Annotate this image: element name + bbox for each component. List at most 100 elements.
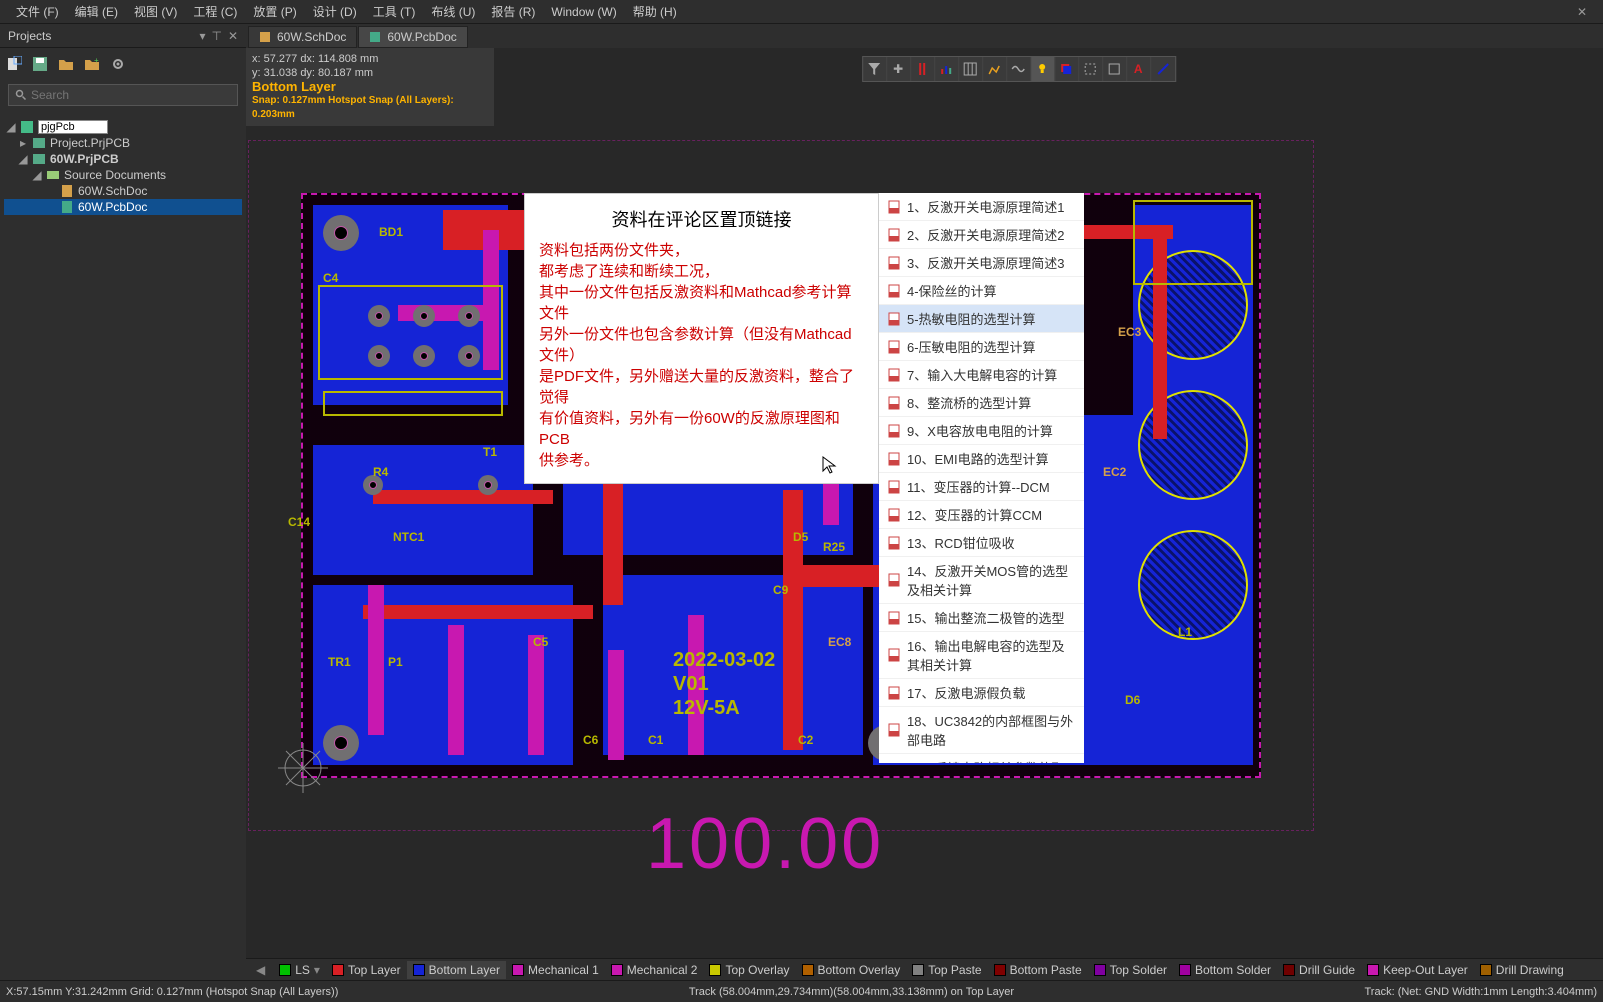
menu-design[interactable]: 设计 (D) (305, 3, 365, 20)
menu-route[interactable]: 布线 (U) (423, 3, 483, 20)
file-item[interactable]: 9、X电容放电电阻的计算 (879, 417, 1084, 445)
route-icon[interactable] (983, 57, 1007, 81)
save-icon[interactable] (32, 56, 48, 72)
close-doc-icon[interactable]: ✕ (1569, 5, 1595, 19)
crosshair-icon[interactable]: ✚ (887, 57, 911, 81)
tab-label: 60W.PcbDoc (387, 30, 456, 44)
menu-place[interactable]: 放置 (P) (245, 3, 304, 20)
file-item[interactable]: 18、UC3842的内部框图与外部电路 (879, 707, 1084, 754)
file-item[interactable]: 7、输入大电解电容的计算 (879, 361, 1084, 389)
menu-edit[interactable]: 编辑 (E) (67, 3, 126, 20)
file-item[interactable]: 6-压敏电阻的选型计算 (879, 333, 1084, 361)
silk-c14: C14 (288, 515, 310, 529)
folder-icon[interactable] (58, 56, 74, 72)
search-icon (15, 89, 27, 101)
file-item[interactable]: 5-热敏电阻的选型计算 (879, 305, 1084, 333)
file-item[interactable]: 12、变压器的计算CCM (879, 501, 1084, 529)
menu-view[interactable]: 视图 (V) (126, 3, 185, 20)
view-toolbar: ✚ A (862, 56, 1176, 82)
wave-icon[interactable] (1007, 57, 1031, 81)
file-item[interactable]: 10、EMI电路的选型计算 (879, 445, 1084, 473)
silk-ec2: EC2 (1103, 465, 1126, 479)
filter-icon[interactable] (863, 57, 887, 81)
folder-add-icon[interactable]: + (84, 56, 100, 72)
layer-icon[interactable] (1055, 57, 1079, 81)
tree-workspace[interactable]: ◢ (4, 118, 242, 135)
tree-project1[interactable]: ▸ Project.PrjPCB (4, 135, 242, 151)
tab-sch[interactable]: 60W.SchDoc (248, 26, 357, 48)
layer-strip: ◀ LS ▾Top LayerBottom LayerMechanical 1M… (246, 958, 1603, 980)
menu-project[interactable]: 工程 (C) (185, 3, 245, 20)
sel-rect-icon[interactable] (1079, 57, 1103, 81)
tree-file-pcb[interactable]: 60W.PcbDoc (4, 199, 242, 215)
layer-chip[interactable]: Bottom Overlay (796, 961, 907, 979)
text-icon[interactable]: A (1127, 57, 1151, 81)
menu-help[interactable]: 帮助 (H) (625, 3, 685, 20)
layer-chip[interactable]: Top Solder (1088, 961, 1173, 979)
file-item[interactable]: 1、反激开关电源原理简述1 (879, 193, 1084, 221)
panel-close-icon[interactable]: ✕ (228, 29, 238, 43)
menu-file[interactable]: 文件 (F) (8, 3, 67, 20)
layer-chip[interactable]: Keep-Out Layer (1361, 961, 1474, 979)
snap-info: Snap: 0.127mm Hotspot Snap (All Layers):… (252, 94, 488, 122)
panel-dropdown-icon[interactable]: ▾ (199, 29, 205, 43)
silk-ec8: EC8 (828, 635, 851, 649)
file-item[interactable]: 8、整流桥的选型计算 (879, 389, 1084, 417)
tab-pcb[interactable]: 60W.PcbDoc (358, 26, 467, 48)
search-input[interactable] (31, 88, 231, 102)
pcb-canvas[interactable]: x: 57.277 dx: 114.808 mm y: 31.038 dy: 8… (246, 48, 1603, 958)
tree-source-docs[interactable]: ◢ Source Documents (4, 167, 242, 183)
layer-prev-icon[interactable]: ◀ (252, 963, 269, 977)
file-item[interactable]: 3、反激开关电源原理简述3 (879, 249, 1084, 277)
file-item[interactable]: 16、输出电解电容的选型及其相关计算 (879, 632, 1084, 679)
layer-chip[interactable]: LS ▾ (273, 961, 326, 979)
layer-chip[interactable]: Top Overlay (703, 961, 795, 979)
gear-icon[interactable] (110, 56, 126, 72)
main-area: 60W.SchDoc 60W.PcbDoc x: 57.277 dx: 114.… (246, 24, 1603, 980)
file-item[interactable]: 19、反馈电路相关参数的取值（不包含... (879, 754, 1084, 763)
silk-tr1: TR1 (328, 655, 351, 669)
grid-icon[interactable] (959, 57, 983, 81)
workspace-rename-input[interactable] (38, 120, 108, 134)
layer-chip[interactable]: Bottom Solder (1173, 961, 1277, 979)
tree-label: 60W.PrjPCB (50, 152, 119, 166)
file-item[interactable]: 13、RCD钳位吸收 (879, 529, 1084, 557)
status-track-info: Track (58.004mm,29.734mm)(58.004mm,33.13… (689, 986, 1014, 998)
file-item[interactable]: 4-保险丝的计算 (879, 277, 1084, 305)
tree-file-sch[interactable]: 60W.SchDoc (4, 183, 242, 199)
file-item[interactable]: 14、反激开关MOS管的选型及相关计算 (879, 557, 1084, 604)
svg-text:+: + (94, 56, 99, 65)
file-item[interactable]: 15、输出整流二极管的选型 (879, 604, 1084, 632)
layer-chip[interactable]: Drill Guide (1277, 961, 1361, 979)
menu-tools[interactable]: 工具 (T) (365, 3, 424, 20)
layer-chip[interactable]: Bottom Paste (988, 961, 1088, 979)
tree-label: 60W.SchDoc (78, 184, 147, 198)
silk-d6: D6 (1125, 693, 1140, 707)
resource-file-list[interactable]: 1、反激开关电源原理简述12、反激开关电源原理简述23、反激开关电源原理简述34… (879, 193, 1084, 763)
menu-reports[interactable]: 报告 (R) (483, 3, 543, 20)
layer-chip[interactable]: Mechanical 2 (605, 961, 704, 979)
status-net-info: Track: (Net: GND Width:1mm Length:3.404m… (1365, 986, 1598, 998)
tree-project2[interactable]: ◢ 60W.PrjPCB (4, 151, 242, 167)
layer-chip[interactable]: Mechanical 1 (506, 961, 605, 979)
file-item[interactable]: 2、反激开关电源原理简述2 (879, 221, 1084, 249)
new-icon[interactable] (6, 56, 22, 72)
silk-ntc1: NTC1 (393, 530, 424, 544)
silk-c2: C2 (798, 733, 813, 747)
layer-chip[interactable]: Top Paste (906, 961, 987, 979)
bar-icon[interactable] (935, 57, 959, 81)
align-h-icon[interactable] (911, 57, 935, 81)
line-icon[interactable] (1151, 57, 1175, 81)
layer-chip[interactable]: Bottom Layer (407, 961, 506, 979)
search-input-wrap[interactable] (8, 84, 238, 106)
layer-chip[interactable]: Top Layer (326, 961, 407, 979)
rect-icon[interactable] (1103, 57, 1127, 81)
cursor-icon (822, 456, 838, 476)
panel-pin-icon[interactable]: ⊤ (211, 29, 221, 43)
status-bar: X:57.15mm Y:31.242mm Grid: 0.127mm (Hots… (0, 980, 1603, 1002)
menu-window[interactable]: Window (W) (543, 5, 624, 19)
file-item[interactable]: 11、变压器的计算--DCM (879, 473, 1084, 501)
file-item[interactable]: 17、反激电源假负载 (879, 679, 1084, 707)
layer-chip[interactable]: Drill Drawing (1474, 961, 1570, 979)
bulb-icon[interactable] (1031, 57, 1055, 81)
